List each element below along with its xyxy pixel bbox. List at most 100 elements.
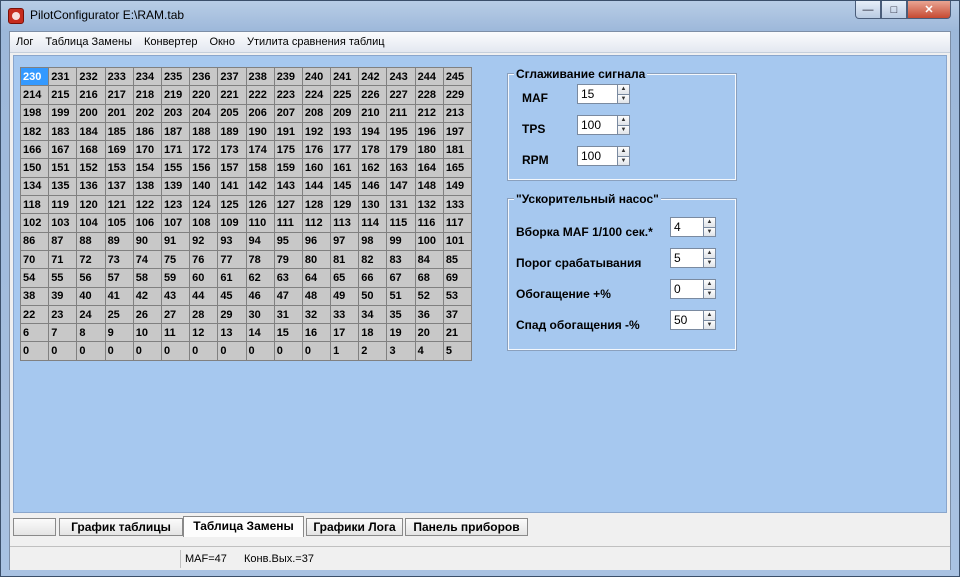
table-cell[interactable]: 8 xyxy=(76,323,106,343)
table-cell[interactable]: 59 xyxy=(160,268,191,288)
table-cell[interactable]: 158 xyxy=(245,158,275,178)
spin-down-icon[interactable]: ▼ xyxy=(703,258,716,268)
enrichment-input[interactable] xyxy=(670,279,703,299)
table-cell[interactable]: 201 xyxy=(104,103,134,123)
table-cell[interactable]: 103 xyxy=(48,213,78,233)
table-cell[interactable]: 227 xyxy=(386,85,416,105)
menu-replacement-table[interactable]: Таблица Замены xyxy=(39,32,138,52)
table-cell[interactable]: 79 xyxy=(273,249,303,270)
table-cell[interactable]: 20 xyxy=(414,323,444,343)
menu-table-compare-utility[interactable]: Утилита сравнения таблиц xyxy=(241,32,391,52)
table-cell[interactable]: 143 xyxy=(273,176,303,197)
table-cell[interactable]: 95 xyxy=(273,231,303,251)
table-cell[interactable]: 215 xyxy=(48,85,78,105)
tab-replacement-table[interactable]: Таблица Замены xyxy=(183,516,304,537)
table-cell[interactable]: 230 xyxy=(19,66,50,87)
table-cell[interactable]: 15 xyxy=(273,323,303,343)
table-cell[interactable]: 155 xyxy=(160,158,191,178)
table-cell[interactable]: 99 xyxy=(386,231,416,251)
spin-up-icon[interactable]: ▲ xyxy=(617,115,630,125)
table-cell[interactable]: 34 xyxy=(358,304,388,325)
table-cell[interactable]: 105 xyxy=(104,213,134,233)
table-cell[interactable]: 233 xyxy=(104,66,134,87)
table-cell[interactable]: 16 xyxy=(301,323,332,343)
table-cell[interactable]: 117 xyxy=(442,213,473,233)
menu-log[interactable]: Лог xyxy=(10,32,39,52)
spin-down-icon[interactable]: ▼ xyxy=(703,289,716,299)
table-cell[interactable]: 171 xyxy=(160,140,191,160)
table-cell[interactable]: 97 xyxy=(330,231,360,251)
table-cell[interactable]: 87 xyxy=(48,231,78,251)
table-cell[interactable]: 184 xyxy=(76,121,106,142)
tab-instrument-panel[interactable]: Панель приборов xyxy=(405,518,528,536)
title-bar[interactable]: PilotConfigurator E:\RAM.tab — □ ✕ xyxy=(1,1,959,31)
table-cell[interactable]: 82 xyxy=(358,249,388,270)
threshold-input[interactable] xyxy=(670,248,703,268)
table-cell[interactable]: 108 xyxy=(189,213,219,233)
table-cell[interactable]: 126 xyxy=(245,195,275,215)
table-cell[interactable]: 209 xyxy=(330,103,360,123)
table-cell[interactable]: 154 xyxy=(132,158,162,178)
table-cell[interactable]: 44 xyxy=(189,286,219,306)
table-cell[interactable]: 232 xyxy=(76,66,106,87)
table-cell[interactable]: 174 xyxy=(245,140,275,160)
table-cell[interactable]: 166 xyxy=(19,140,50,160)
table-cell[interactable]: 72 xyxy=(76,249,106,270)
table-cell[interactable]: 48 xyxy=(301,286,332,306)
table-cell[interactable]: 192 xyxy=(301,121,332,142)
table-cell[interactable]: 41 xyxy=(104,286,134,306)
table-cell[interactable]: 85 xyxy=(442,249,473,270)
table-cell[interactable]: 235 xyxy=(160,66,191,87)
table-cell[interactable]: 183 xyxy=(48,121,78,142)
table-cell[interactable]: 157 xyxy=(217,158,247,178)
table-cell[interactable]: 0 xyxy=(104,341,134,361)
table-cell[interactable]: 0 xyxy=(189,341,219,361)
table-cell[interactable]: 168 xyxy=(76,140,106,160)
table-cell[interactable]: 221 xyxy=(217,85,247,105)
table-cell[interactable]: 10 xyxy=(132,323,162,343)
table-cell[interactable]: 56 xyxy=(76,268,106,288)
table-cell[interactable]: 162 xyxy=(358,158,388,178)
maximize-button[interactable]: □ xyxy=(881,1,907,19)
table-cell[interactable]: 83 xyxy=(386,249,416,270)
table-cell[interactable]: 114 xyxy=(358,213,388,233)
table-cell[interactable]: 133 xyxy=(442,195,473,215)
table-cell[interactable]: 81 xyxy=(330,249,360,270)
table-cell[interactable]: 135 xyxy=(48,176,78,197)
table-cell[interactable]: 104 xyxy=(76,213,106,233)
table-cell[interactable]: 181 xyxy=(442,140,473,160)
table-cell[interactable]: 4 xyxy=(414,341,444,361)
table-cell[interactable]: 107 xyxy=(160,213,191,233)
table-cell[interactable]: 180 xyxy=(414,140,444,160)
table-cell[interactable]: 138 xyxy=(132,176,162,197)
spin-down-icon[interactable]: ▼ xyxy=(703,227,716,237)
table-cell[interactable]: 226 xyxy=(358,85,388,105)
table-cell[interactable]: 90 xyxy=(132,231,162,251)
table-cell[interactable]: 214 xyxy=(19,85,50,105)
table-cell[interactable]: 35 xyxy=(386,304,416,325)
table-cell[interactable]: 195 xyxy=(386,121,416,142)
table-cell[interactable]: 177 xyxy=(330,140,360,160)
table-cell[interactable]: 244 xyxy=(414,66,444,87)
table-cell[interactable]: 42 xyxy=(132,286,162,306)
table-cell[interactable]: 121 xyxy=(104,195,134,215)
table-cell[interactable]: 23 xyxy=(48,304,78,325)
table-cell[interactable]: 213 xyxy=(442,103,473,123)
table-cell[interactable]: 147 xyxy=(386,176,416,197)
table-cell[interactable]: 22 xyxy=(19,304,50,325)
table-cell[interactable]: 0 xyxy=(245,341,275,361)
table-cell[interactable]: 0 xyxy=(48,341,78,361)
table-cell[interactable]: 196 xyxy=(414,121,444,142)
table-cell[interactable]: 141 xyxy=(217,176,247,197)
table-cell[interactable]: 193 xyxy=(330,121,360,142)
table-cell[interactable]: 123 xyxy=(160,195,191,215)
maf-smoothing-input[interactable] xyxy=(577,84,617,104)
table-cell[interactable]: 80 xyxy=(301,249,332,270)
table-cell[interactable]: 62 xyxy=(245,268,275,288)
table-cell[interactable]: 12 xyxy=(189,323,219,343)
table-cell[interactable]: 102 xyxy=(19,213,50,233)
table-cell[interactable]: 94 xyxy=(245,231,275,251)
spin-up-icon[interactable]: ▲ xyxy=(703,217,716,227)
table-cell[interactable]: 66 xyxy=(358,268,388,288)
table-cell[interactable]: 73 xyxy=(104,249,134,270)
